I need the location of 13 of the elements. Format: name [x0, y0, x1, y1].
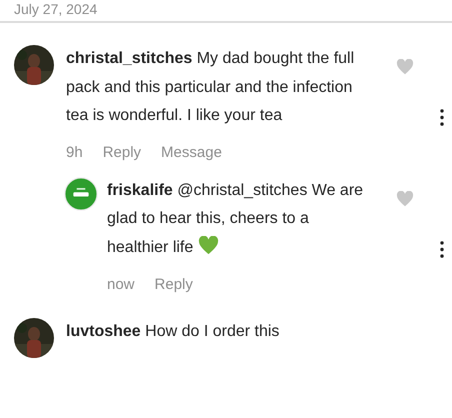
- post-date: July 27, 2024: [13, 0, 98, 18]
- heart-emoji-icon: [198, 236, 219, 254]
- timestamp: now: [107, 276, 135, 292]
- comment-action-button[interactable]: Reply: [154, 276, 193, 292]
- more-options-icon[interactable]: [440, 109, 444, 126]
- comment-text: luvtoshee How do I order this: [66, 322, 280, 342]
- logo-icon: [64, 176, 98, 210]
- timestamp: 9h: [66, 144, 83, 161]
- comment-action-button[interactable]: Reply: [102, 144, 142, 161]
- more-options-icon[interactable]: [440, 240, 444, 258]
- comment-action-button[interactable]: Message: [161, 144, 222, 161]
- comment-text: christal_stitches My dad bought the full pack and this particular and the infection tea is wonderful. I like your tea: [66, 49, 356, 126]
- comment-text: friskalife @christal_stitches We are glad to hear this, cheers to a healthier life: [107, 180, 364, 258]
